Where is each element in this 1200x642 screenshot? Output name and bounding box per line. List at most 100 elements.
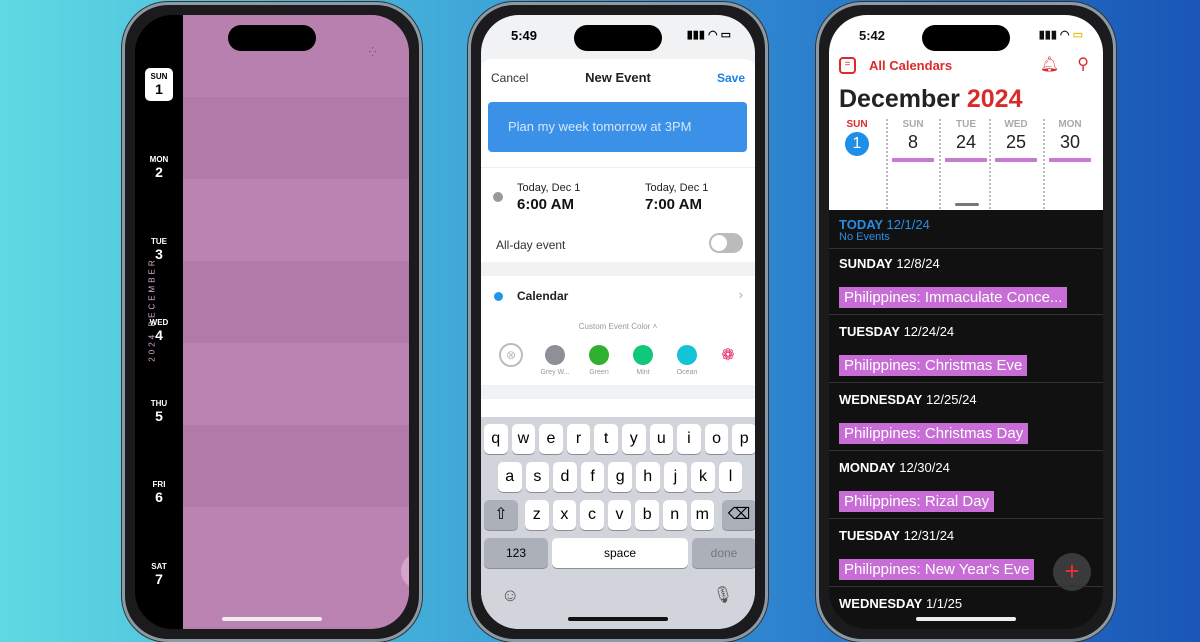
day-number: 3 <box>155 246 163 262</box>
key-s[interactable]: s <box>525 462 550 492</box>
end-day: Today, Dec 1 <box>645 182 709 194</box>
strip-date: 8 <box>907 132 918 152</box>
key-c[interactable]: c <box>580 500 604 530</box>
bell-icon[interactable]: 🔔︎ <box>1040 55 1059 73</box>
microphone-icon[interactable]: 🎙 <box>713 585 733 605</box>
event-bar <box>1049 158 1091 162</box>
divider <box>1043 119 1045 209</box>
custom-color-toggle[interactable]: Custom Event Color ˄ <box>481 322 755 331</box>
key-g[interactable]: g <box>608 462 632 492</box>
chevron-right-icon[interactable]: › <box>739 287 743 302</box>
strip-date: 30 <box>1059 132 1081 152</box>
key-z[interactable]: z <box>525 500 549 530</box>
day-thu[interactable]: THU 5 <box>145 399 173 424</box>
key-m[interactable]: m <box>690 500 715 530</box>
today-header: TODAY 12/1/24 <box>839 217 930 232</box>
color-swatch[interactable] <box>633 345 653 365</box>
key-w[interactable]: w <box>511 424 536 454</box>
strip-day[interactable]: MON 30 <box>1046 119 1094 162</box>
divider <box>939 119 941 209</box>
strip-date: 1 <box>845 132 869 156</box>
day-mon[interactable]: MON 2 <box>145 155 173 180</box>
event-bar <box>945 158 987 162</box>
end-time[interactable]: 7:00 AM <box>645 196 702 213</box>
strip-dow: SUN <box>902 119 924 130</box>
event-item[interactable]: Philippines: Rizal Day <box>839 491 995 512</box>
event-item[interactable]: Philippines: Christmas Eve <box>839 355 1028 376</box>
status-icons: ▮▮▮ ◠ ▭ <box>1038 29 1083 41</box>
all-day-toggle[interactable] <box>709 233 743 253</box>
day-fri[interactable]: FRI 6 <box>145 480 173 505</box>
key-r[interactable]: r <box>566 424 591 454</box>
strip-day[interactable]: SUN 1 <box>833 119 881 156</box>
key-i[interactable]: i <box>677 424 701 454</box>
event-item[interactable]: Philippines: New Year's Eve <box>839 559 1035 580</box>
day-name: TUESDAY <box>839 324 900 339</box>
strip-dow: WED <box>1004 119 1028 130</box>
more-colors-icon[interactable]: ❁ <box>717 345 739 367</box>
backspace-key[interactable]: ⌫ <box>722 500 755 530</box>
day-wed[interactable]: WED 4 <box>145 318 173 343</box>
key-v[interactable]: v <box>607 500 632 530</box>
key-b[interactable]: b <box>635 500 659 530</box>
day-sun[interactable]: SUN 1 <box>145 68 173 101</box>
day-number: 4 <box>155 327 163 343</box>
color-swatch[interactable] <box>677 345 697 365</box>
drag-handle[interactable] <box>955 203 979 206</box>
key-f[interactable]: f <box>580 462 605 492</box>
done-key[interactable]: done <box>692 538 755 568</box>
day-tue[interactable]: TUE 3 <box>145 237 173 262</box>
save-button[interactable]: Save <box>717 71 745 85</box>
strip-day[interactable]: SUN 8 <box>889 119 937 162</box>
key-e[interactable]: e <box>539 424 563 454</box>
search-icon[interactable]: ⚲ <box>1077 54 1089 74</box>
phone-right: 5:42 ▮▮▮ ◠ ▭ = All Calendars 🔔︎ ⚲ Decemb… <box>816 2 1116 642</box>
color-swatch[interactable] <box>545 345 565 365</box>
time-row[interactable]: Today, Dec 1 6:00 AM Today, Dec 1 7:00 A… <box>481 167 755 227</box>
key-j[interactable]: j <box>663 462 688 492</box>
numbers-key[interactable]: 123 <box>484 538 548 568</box>
key-k[interactable]: k <box>691 462 715 492</box>
strip-day[interactable]: WED 25 <box>992 119 1040 162</box>
color-label: Mint <box>636 369 650 376</box>
all-calendars-button[interactable]: All Calendars <box>869 58 952 73</box>
shift-key[interactable]: ⇧ <box>484 500 518 530</box>
day-number: 5 <box>155 408 163 424</box>
key-q[interactable]: q <box>484 424 508 454</box>
color-swatch[interactable] <box>589 345 609 365</box>
key-d[interactable]: d <box>553 462 577 492</box>
day-date: 12/8/24 <box>896 256 940 271</box>
new-event-sheet: Cancel New Event Save Plan my week tomor… <box>481 59 755 419</box>
status-icons: ▮▮▮ ◠ ▭ <box>686 29 731 41</box>
day-name: MON <box>149 155 169 164</box>
menu-icon[interactable]: = <box>839 57 856 74</box>
day-name: THU <box>150 399 168 408</box>
day-sat[interactable]: SAT 7 <box>145 562 173 587</box>
divider <box>829 586 1103 587</box>
no-color-button[interactable]: ⊗ <box>499 343 523 367</box>
start-time[interactable]: 6:00 AM <box>517 196 574 213</box>
day-header: WEDNESDAY 12/25/24 <box>839 392 977 407</box>
divider <box>989 119 991 209</box>
key-a[interactable]: a <box>498 462 522 492</box>
day-name: WED <box>149 318 169 327</box>
key-y[interactable]: y <box>622 424 646 454</box>
day-header: WEDNESDAY 1/1/25 <box>839 596 962 611</box>
event-title-input[interactable]: Plan my week tomorrow at 3PM <box>488 102 747 152</box>
key-u[interactable]: u <box>649 424 674 454</box>
space-key[interactable]: space <box>552 538 688 568</box>
key-p[interactable]: p <box>732 424 755 454</box>
strip-day[interactable]: TUE 24 <box>942 119 990 162</box>
strip-date: 24 <box>955 132 977 152</box>
key-h[interactable]: h <box>636 462 660 492</box>
key-o[interactable]: o <box>704 424 729 454</box>
key-n[interactable]: n <box>663 500 687 530</box>
key-x[interactable]: x <box>552 500 577 530</box>
emoji-icon[interactable]: ☺ <box>501 585 519 606</box>
key-l[interactable]: l <box>718 462 743 492</box>
event-item[interactable]: Philippines: Christmas Day <box>839 423 1029 444</box>
event-item[interactable]: Philippines: Immaculate Conce... <box>839 287 1068 308</box>
day-area[interactable]: ⁛ + <box>183 15 409 629</box>
key-t[interactable]: t <box>594 424 618 454</box>
home-indicator <box>916 617 1016 621</box>
